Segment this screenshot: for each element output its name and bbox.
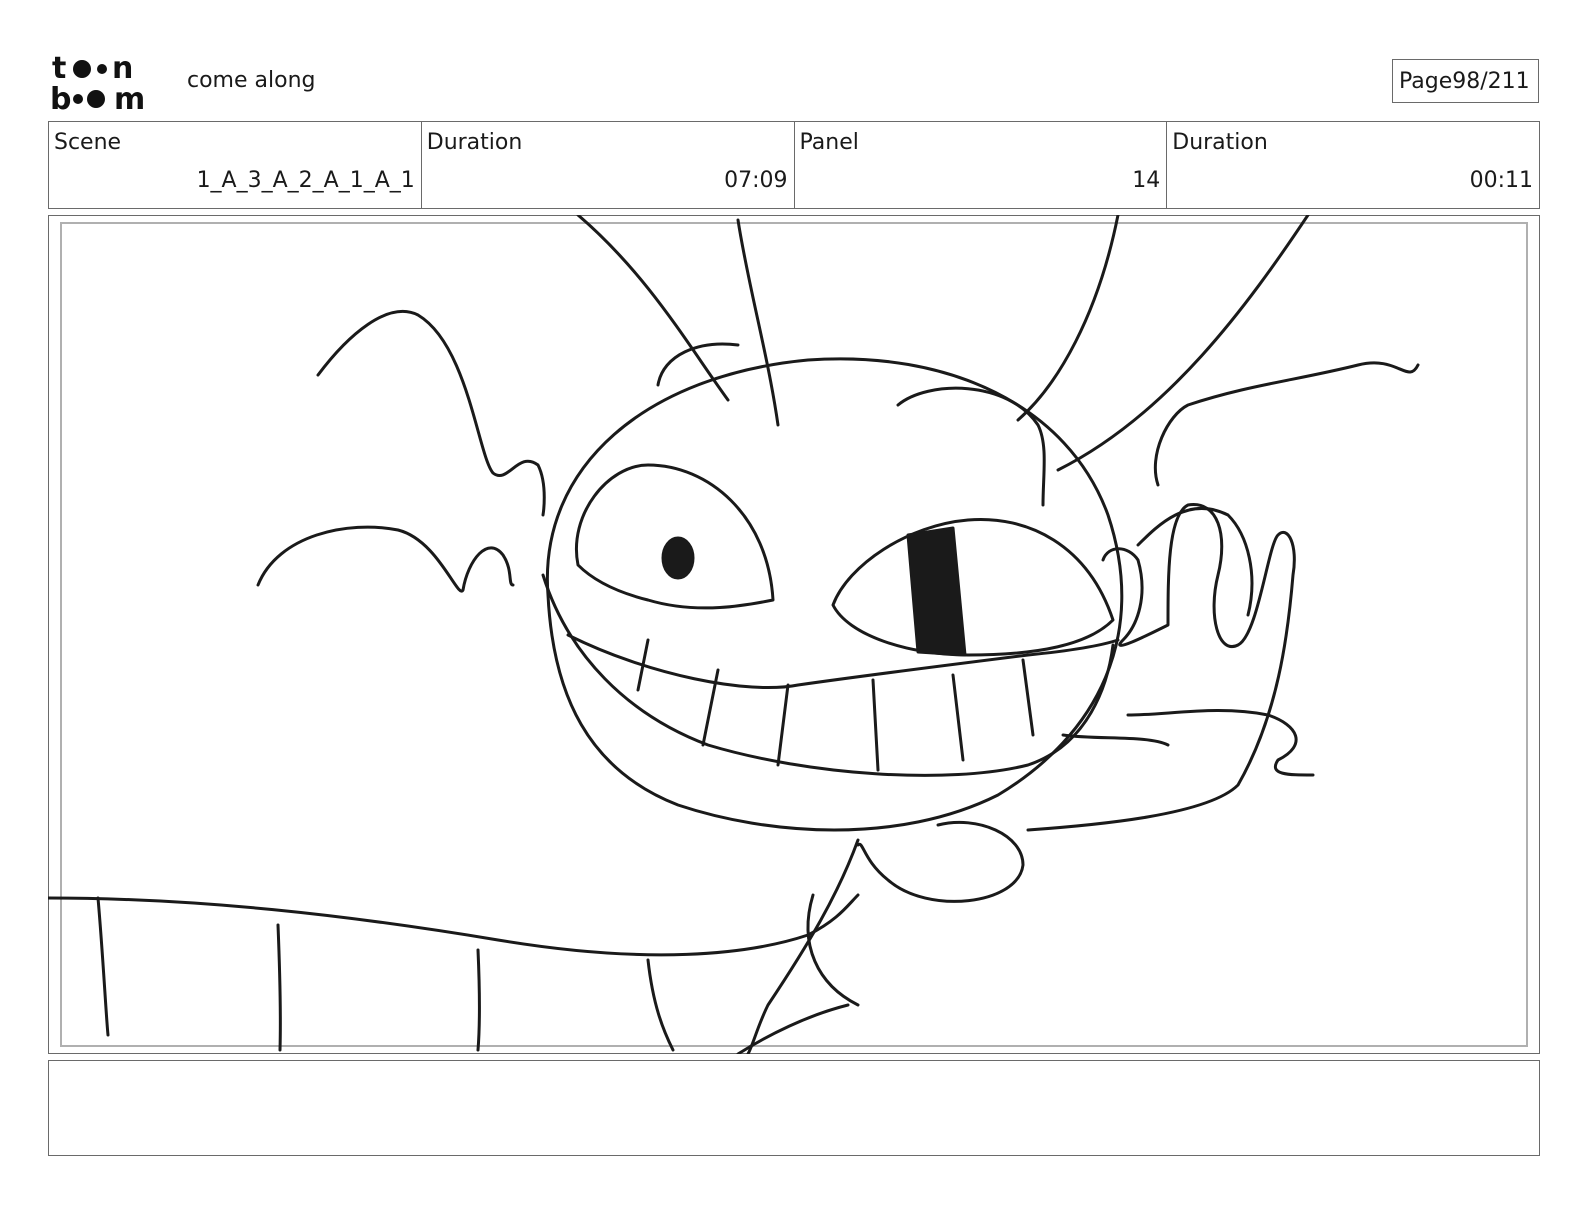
scene-label: Scene xyxy=(54,130,122,155)
storyboard-sketch xyxy=(48,215,1420,1054)
scene-duration-label: Duration xyxy=(426,130,523,155)
panel-duration-label: Duration xyxy=(1172,130,1268,155)
scene-value: 1_A_3_A_2_A_1_A_1 xyxy=(196,168,415,193)
scene-cell: Scene 1_A_3_A_2_A_1_A_1 xyxy=(49,122,422,208)
toonboom-logo: t n b m xyxy=(50,52,145,112)
panel-label: Panel xyxy=(799,130,859,155)
svg-text:n: n xyxy=(112,52,133,86)
project-title: come along xyxy=(187,68,316,93)
panel-value: 14 xyxy=(1132,168,1161,193)
panel-cell: Panel 14 xyxy=(795,122,1168,208)
panel-duration-value: 00:11 xyxy=(1469,168,1533,193)
scene-duration-cell: Duration 07:09 xyxy=(422,122,795,208)
page-label: Page xyxy=(1399,68,1453,94)
svg-text:b: b xyxy=(50,82,71,112)
scene-duration-value: 07:09 xyxy=(724,168,788,193)
page-indicator: Page 98/211 xyxy=(1392,59,1539,103)
svg-text:t: t xyxy=(52,52,66,86)
scene-info-row: Scene 1_A_3_A_2_A_1_A_1 Duration 07:09 P… xyxy=(48,121,1540,209)
panel-duration-cell: Duration 00:11 xyxy=(1167,122,1539,208)
svg-text:m: m xyxy=(114,82,145,112)
page-number: 98/211 xyxy=(1452,68,1530,94)
notes-box xyxy=(48,1060,1540,1156)
